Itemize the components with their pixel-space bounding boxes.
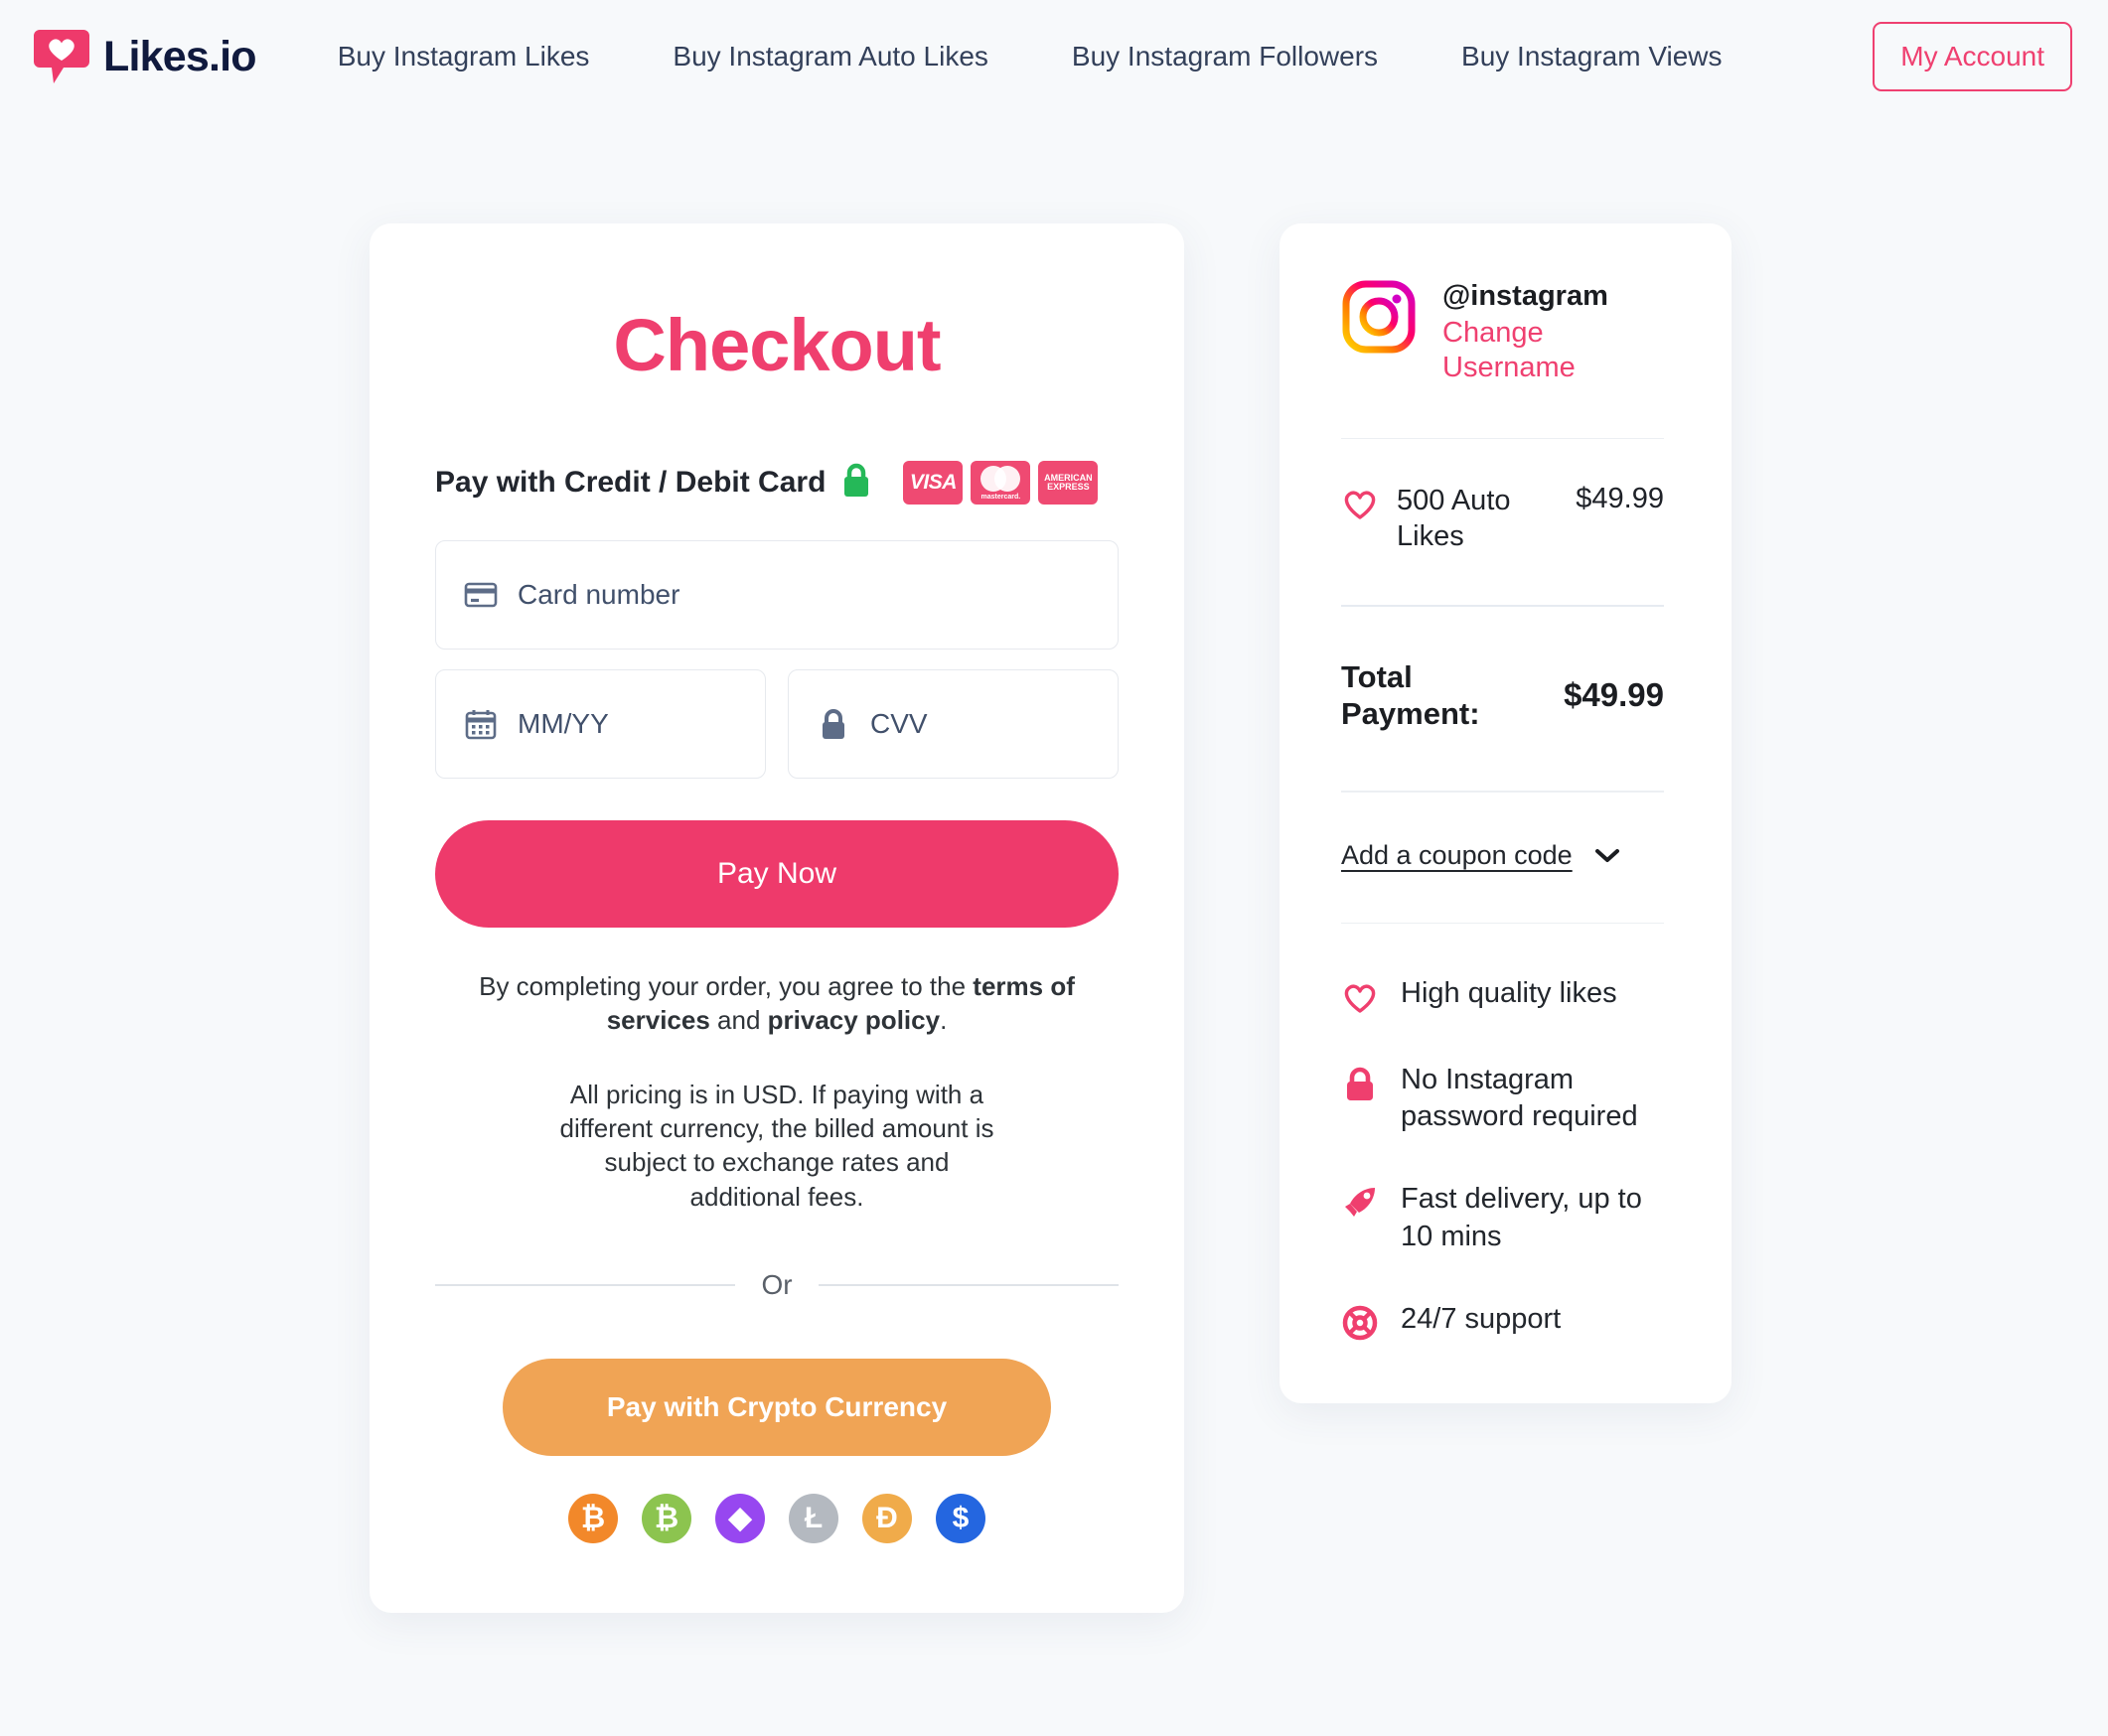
cvv-placeholder: CVV (870, 708, 928, 739)
terms-suffix: . (940, 1005, 948, 1036)
total-payment-row: Total Payment: $49.99 (1341, 658, 1664, 734)
green-lock-icon (841, 463, 871, 504)
order-summary-card: @instagram Change Username 500 Auto Like… (1280, 223, 1732, 1403)
usd-coin-icon[interactable]: $ (936, 1493, 985, 1543)
rocket-icon (1341, 1184, 1379, 1222)
pay-now-button[interactable]: Pay Now (435, 820, 1119, 928)
pay-with-crypto-button[interactable]: Pay with Crypto Currency (503, 1358, 1051, 1456)
expiry-placeholder: MM/YY (518, 708, 609, 739)
summary-divider-coupon-top (1341, 791, 1664, 793)
cvv-input[interactable]: CVV (788, 669, 1119, 779)
feature-label: Fast delivery, up to 10 mins (1401, 1183, 1642, 1252)
coupon-label: Add a coupon code (1341, 839, 1573, 870)
nav-item-buy-instagram-auto-likes[interactable]: Buy Instagram Auto Likes (631, 41, 1030, 72)
feature-label: High quality likes (1401, 977, 1617, 1010)
site-logo[interactable]: Likes.io (34, 28, 257, 85)
lifebuoy-icon (1341, 1304, 1379, 1342)
logo-text: Likes.io (103, 32, 257, 80)
divider-line-left (435, 1284, 736, 1286)
chevron-down-icon (1594, 847, 1620, 863)
expiry-input[interactable]: MM/YY (435, 669, 766, 779)
instagram-icon (1341, 279, 1417, 355)
nav-item-buy-instagram-likes[interactable]: Buy Instagram Likes (296, 41, 632, 72)
heart-icon (1341, 978, 1379, 1016)
feature-support: 24/7 support (1341, 1301, 1664, 1342)
terms-middle: and (709, 1005, 768, 1036)
payment-card: Checkout Pay with Credit / Debit Card VI… (370, 223, 1184, 1613)
total-payment-label: Total Payment: (1341, 658, 1480, 732)
nav-item-buy-instagram-views[interactable]: Buy Instagram Views (1420, 41, 1764, 72)
terms-text: By completing your order, you agree to t… (459, 969, 1095, 1038)
checkout-page: Checkout Pay with Credit / Debit Card VI… (0, 113, 2108, 1613)
page-title: Checkout (613, 304, 941, 386)
pay-with-label: Pay with Credit / Debit Card (435, 466, 827, 499)
order-item-row: 500 Auto Likes $49.99 (1341, 483, 1664, 555)
feature-fast-delivery: Fast delivery, up to 10 mins (1341, 1181, 1664, 1254)
card-number-placeholder: Card number (518, 579, 680, 610)
summary-divider-top (1341, 437, 1664, 440)
mastercard-icon: mastercard. (971, 461, 1031, 505)
dai-icon[interactable]: Đ (862, 1493, 912, 1543)
ethereum-icon[interactable]: ◆ (715, 1493, 765, 1543)
feature-label: 24/7 support (1401, 1302, 1562, 1335)
my-account-button[interactable]: My Account (1873, 22, 2072, 91)
feature-label: No Instagram password required (1401, 1064, 1638, 1133)
summary-divider-total (1341, 604, 1664, 607)
bitcoin-cash-icon[interactable]: ₿ (642, 1493, 691, 1543)
change-username-link[interactable]: Change Username (1442, 316, 1611, 386)
expiry-cvv-row: MM/YY CVV (435, 669, 1119, 779)
instagram-account-row: @instagram Change Username (1341, 279, 1664, 386)
or-divider: Or (435, 1268, 1120, 1301)
nav-item-buy-instagram-followers[interactable]: Buy Instagram Followers (1030, 41, 1420, 72)
summary-divider-features (1341, 922, 1664, 925)
feature-list: High quality likes No Instagram password… (1341, 975, 1664, 1341)
lock-icon (1341, 1065, 1379, 1102)
calendar-icon (464, 707, 498, 741)
main-nav: Buy Instagram Likes Buy Instagram Auto L… (296, 41, 1874, 72)
bitcoin-icon[interactable]: ₿ (568, 1493, 618, 1543)
pay-with-header: Pay with Credit / Debit Card VISA master… (435, 461, 1119, 505)
privacy-policy-link[interactable]: privacy policy (768, 1005, 940, 1035)
accepted-card-brands: VISA mastercard. AMERICAN EXPRESS (903, 461, 1099, 505)
feature-no-password: No Instagram password required (1341, 1062, 1664, 1135)
terms-prefix: By completing your order, you agree to t… (479, 971, 974, 1001)
heart-badge-icon (34, 28, 89, 85)
total-payment-amount: $49.99 (1564, 676, 1664, 714)
litecoin-icon[interactable]: Ł (789, 1493, 838, 1543)
pricing-note: All pricing is in USD. If paying with a … (559, 1079, 994, 1212)
divider-line-right (818, 1284, 1120, 1286)
crypto-coin-list: ₿ ₿ ◆ Ł Đ $ (435, 1493, 1119, 1543)
lock-icon (817, 707, 850, 741)
heart-icon (1341, 485, 1379, 522)
feature-high-quality-likes: High quality likes (1341, 975, 1664, 1016)
site-header: Likes.io Buy Instagram Likes Buy Instagr… (0, 0, 2108, 113)
order-item-name: 500 Auto Likes (1397, 485, 1511, 553)
amex-icon: AMERICAN EXPRESS (1038, 461, 1099, 505)
instagram-account-info: @instagram Change Username (1442, 279, 1611, 386)
order-item-price: $49.99 (1576, 483, 1664, 515)
add-coupon-code-toggle[interactable]: Add a coupon code (1341, 840, 1664, 871)
instagram-username: @instagram (1442, 280, 1608, 312)
visa-icon: VISA (903, 461, 964, 505)
card-number-input[interactable]: Card number (435, 540, 1119, 650)
or-label: Or (761, 1268, 793, 1300)
credit-card-icon (464, 578, 498, 612)
